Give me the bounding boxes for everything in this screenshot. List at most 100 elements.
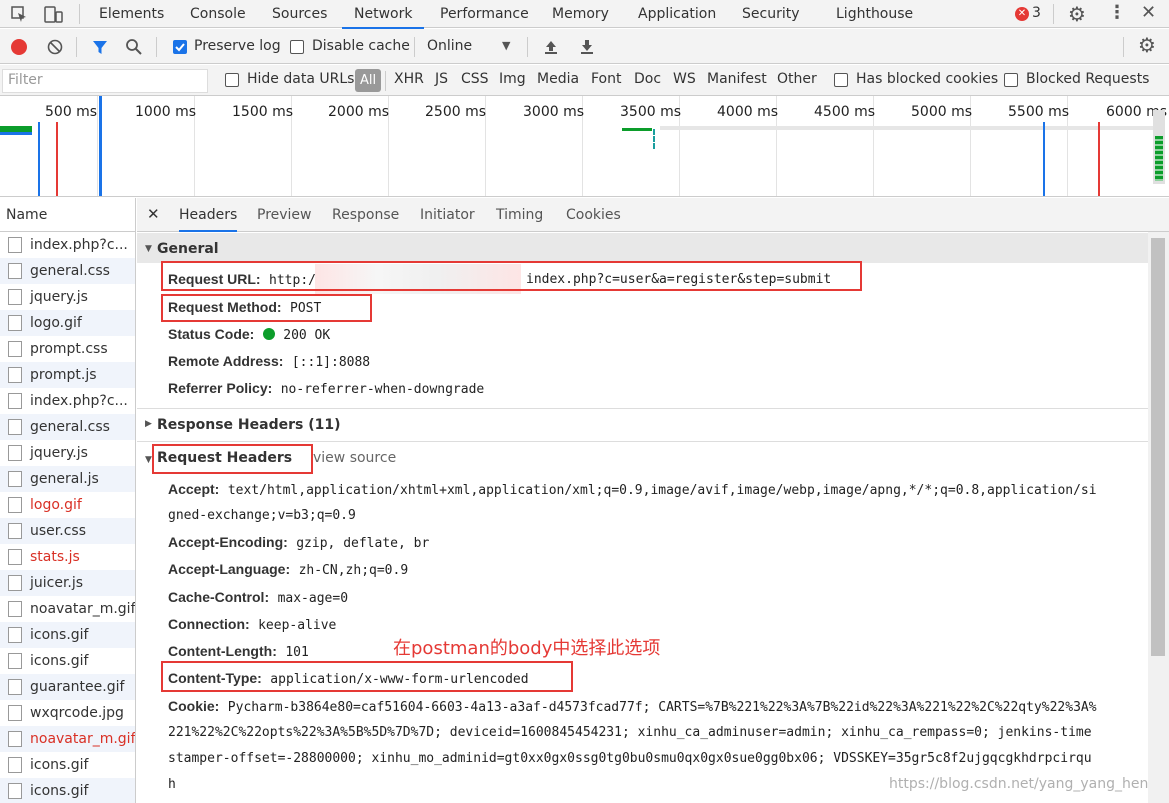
filter-img[interactable]: Img <box>499 71 526 87</box>
import-har-icon[interactable] <box>543 38 559 56</box>
divider <box>385 71 386 91</box>
tab-application[interactable]: Application <box>638 0 716 28</box>
tab-security[interactable]: Security <box>742 0 800 28</box>
network-toolbar: Preserve log Disable cache Online ▼ ⚙ <box>0 29 1169 64</box>
request-list-item[interactable]: prompt.js <box>0 362 135 388</box>
request-list-item[interactable]: icons.gif <box>0 622 135 648</box>
tab-response[interactable]: Response <box>332 198 399 232</box>
preserve-log-checkbox[interactable] <box>173 40 187 54</box>
request-list-item[interactable]: jquery.js <box>0 440 135 466</box>
tab-preview[interactable]: Preview <box>257 198 312 232</box>
tab-network[interactable]: Network <box>342 0 425 29</box>
filter-other[interactable]: Other <box>777 71 817 87</box>
tick-label: 2000 ms <box>328 104 390 120</box>
network-settings-icon[interactable]: ⚙ <box>1138 33 1156 57</box>
triangle-down-icon: ▼ <box>145 455 152 465</box>
request-list-item[interactable]: stats.js <box>0 544 135 570</box>
name-column-header[interactable]: Name <box>0 198 135 232</box>
request-list-item[interactable]: guarantee.gif <box>0 674 135 700</box>
search-icon[interactable] <box>125 38 143 56</box>
request-list-item[interactable]: user.css <box>0 518 135 544</box>
filter-js[interactable]: JS <box>435 71 448 87</box>
filter-css[interactable]: CSS <box>461 71 489 87</box>
tab-initiator[interactable]: Initiator <box>420 198 475 232</box>
filter-manifest[interactable]: Manifest <box>707 71 767 87</box>
scrollbar-thumb[interactable] <box>1151 238 1165 656</box>
tab-performance[interactable]: Performance <box>440 0 529 28</box>
tab-cookies[interactable]: Cookies <box>566 198 621 232</box>
error-icon[interactable]: ✕ <box>1015 7 1029 21</box>
file-icon <box>8 783 22 799</box>
export-har-icon[interactable] <box>579 38 595 56</box>
blocked-requests-checkbox[interactable] <box>1004 73 1018 87</box>
file-icon <box>8 497 22 513</box>
request-list-item[interactable]: icons.gif <box>0 752 135 778</box>
cache-control-key: Cache-Control: <box>168 589 270 605</box>
request-list-item[interactable]: index.php?c... <box>0 388 135 414</box>
blocked-cookies-label[interactable]: Has blocked cookies <box>856 71 998 87</box>
timeline-overview[interactable]: 500 ms 1000 ms 1500 ms 2000 ms 2500 ms 3… <box>0 96 1169 197</box>
tab-headers[interactable]: Headers <box>179 198 238 232</box>
request-list-item[interactable]: general.css <box>0 414 135 440</box>
preserve-log-label[interactable]: Preserve log <box>194 38 281 54</box>
request-list-item[interactable]: noavatar_m.gif <box>0 726 135 752</box>
hide-data-urls-checkbox[interactable] <box>225 73 239 87</box>
filter-all-button[interactable]: All <box>355 69 381 92</box>
view-source-link[interactable]: view source <box>313 450 396 466</box>
filter-icon[interactable] <box>91 38 109 56</box>
disable-cache-label[interactable]: Disable cache <box>312 38 410 54</box>
filter-ws[interactable]: WS <box>673 71 696 87</box>
waterfall-bar <box>0 132 32 135</box>
request-name: icons.gif <box>30 757 89 773</box>
tab-elements[interactable]: Elements <box>99 0 164 28</box>
error-count[interactable]: 3 <box>1032 5 1041 21</box>
request-list-item[interactable]: icons.gif <box>0 778 135 803</box>
request-list-item[interactable]: logo.gif <box>0 310 135 336</box>
tab-sources[interactable]: Sources <box>272 0 327 28</box>
response-headers-title[interactable]: Response Headers (11) <box>157 417 340 433</box>
request-list-item[interactable]: icons.gif <box>0 648 135 674</box>
request-list-item[interactable]: wxqrcode.jpg <box>0 700 135 726</box>
remote-address-value: [::1]:8088 <box>291 355 371 370</box>
settings-icon[interactable]: ⚙ <box>1068 2 1086 26</box>
request-list-item[interactable]: logo.gif <box>0 492 135 518</box>
request-list: Name index.php?c... general.css jquery.js l… <box>0 198 136 803</box>
disable-cache-checkbox[interactable] <box>290 40 304 54</box>
request-list-item[interactable]: noavatar_m.gif <box>0 596 135 622</box>
blocked-cookies-checkbox[interactable] <box>834 73 848 87</box>
request-list-item[interactable]: general.js <box>0 466 135 492</box>
request-list-item[interactable]: prompt.css <box>0 336 135 362</box>
record-icon[interactable] <box>11 39 27 55</box>
general-section-header[interactable] <box>137 233 1148 263</box>
throttle-select[interactable]: Online <box>427 38 472 54</box>
blocked-requests-label[interactable]: Blocked Requests <box>1026 71 1149 87</box>
device-toggle-icon[interactable] <box>43 4 63 24</box>
request-list-item[interactable]: general.css <box>0 258 135 284</box>
chevron-down-icon[interactable]: ▼ <box>502 39 510 52</box>
filter-media[interactable]: Media <box>537 71 579 87</box>
tick-label: 500 ms <box>45 104 98 120</box>
hide-data-urls-label[interactable]: Hide data URLs <box>247 71 354 87</box>
request-name: icons.gif <box>30 627 89 643</box>
tab-lighthouse[interactable]: Lighthouse <box>836 0 913 28</box>
tab-timing[interactable]: Timing <box>496 198 543 232</box>
more-icon[interactable]: ⋮ <box>1108 2 1126 23</box>
tick-label: 1000 ms <box>135 104 197 120</box>
request-list-item[interactable]: index.php?c... <box>0 232 135 258</box>
referrer-policy-value: no-referrer-when-downgrade <box>280 382 485 397</box>
filter-font[interactable]: Font <box>591 71 621 87</box>
filter-doc[interactable]: Doc <box>634 71 661 87</box>
request-list-item[interactable]: juicer.js <box>0 570 135 596</box>
close-details-icon[interactable]: ✕ <box>147 205 160 223</box>
tab-memory[interactable]: Memory <box>552 0 609 28</box>
close-icon[interactable]: ✕ <box>1141 2 1156 23</box>
filter-input[interactable]: Filter <box>2 69 208 93</box>
detail-tabbar: ✕ Headers Preview Response Initiator Tim… <box>137 198 1169 232</box>
domcontentloaded-line <box>38 122 40 196</box>
clear-icon[interactable] <box>47 39 63 55</box>
filter-xhr[interactable]: XHR <box>394 71 424 87</box>
connection-row: Connection: keep-alive <box>168 616 336 633</box>
tab-console[interactable]: Console <box>190 0 246 28</box>
inspect-icon[interactable] <box>10 5 28 23</box>
request-list-item[interactable]: jquery.js <box>0 284 135 310</box>
